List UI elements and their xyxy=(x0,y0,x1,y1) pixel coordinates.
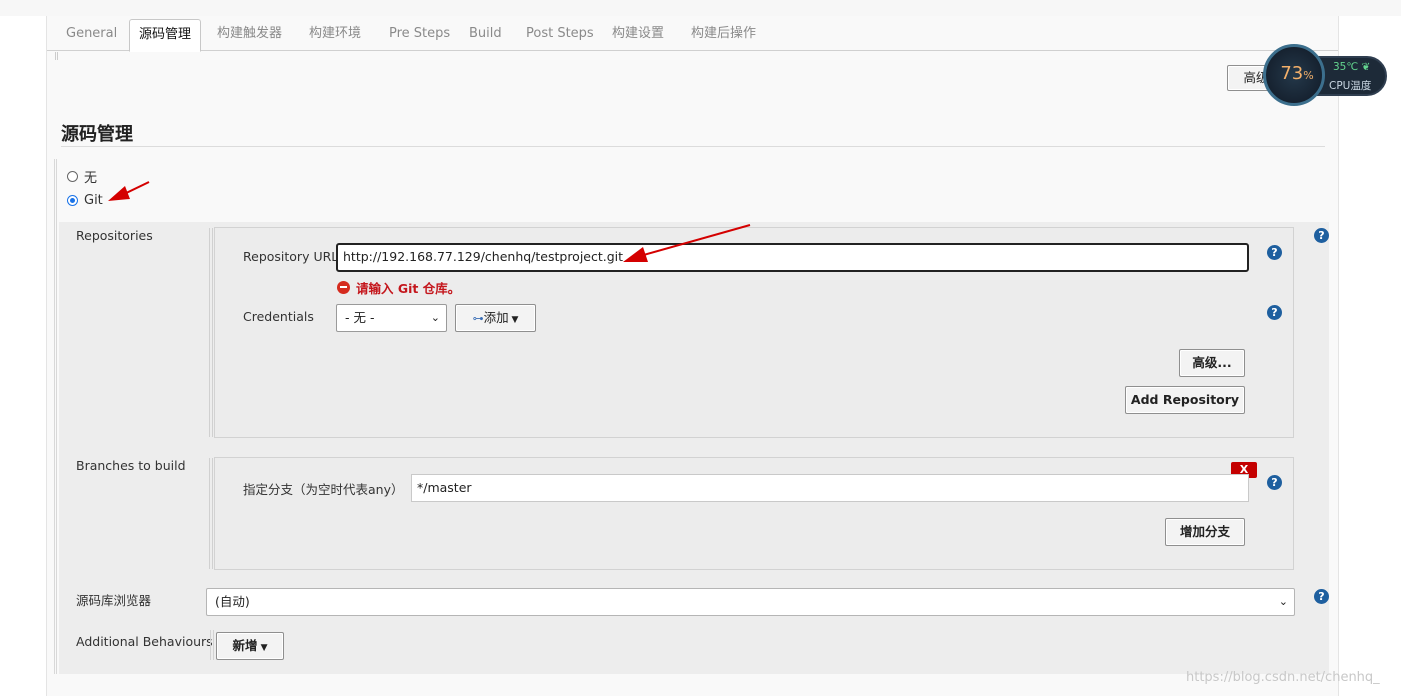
tab-pre-steps[interactable]: Pre Steps xyxy=(380,19,459,51)
branches-panel-bar xyxy=(209,458,213,569)
behaviours-bar xyxy=(210,630,214,660)
cpu-percent: 73% xyxy=(1266,63,1328,84)
cpu-monitor-widget[interactable]: 73% 35℃ ❦ CPU温度 xyxy=(1263,44,1387,106)
repository-browser-label: 源码库浏览器 xyxy=(76,593,152,608)
caret-down-icon: ▼ xyxy=(508,315,519,325)
add-branch-button[interactable]: 增加分支 xyxy=(1165,518,1245,546)
radio-none-label: 无 xyxy=(84,171,98,186)
repository-url-input[interactable]: http://192.168.77.129/chenhq/testproject… xyxy=(336,243,1249,272)
section-marker xyxy=(55,52,58,60)
cpu-temp: 35℃ ❦ xyxy=(1333,61,1370,73)
add-behaviour-button[interactable]: 新增 ▼ xyxy=(216,632,284,660)
tab-build-settings[interactable]: 构建设置 xyxy=(603,19,673,51)
error-icon xyxy=(337,281,350,294)
add-credentials-label: 添加 xyxy=(483,310,509,325)
repository-url-label: Repository URL xyxy=(243,249,339,264)
branches-label: Branches to build xyxy=(76,458,186,473)
chevron-down-icon: ⌄ xyxy=(1278,595,1288,608)
cpu-label: CPU温度 xyxy=(1329,80,1372,92)
radio-git-label: Git xyxy=(84,193,103,208)
config-panel: General 源码管理 构建触发器 构建环境 Pre Steps Build … xyxy=(46,16,1339,696)
leaf-icon: ❦ xyxy=(1361,61,1371,73)
add-behaviour-label: 新增 xyxy=(232,638,258,653)
credentials-select-value: - 无 - xyxy=(345,310,375,325)
tab-general[interactable]: General xyxy=(57,19,126,51)
add-repository-button[interactable]: Add Repository xyxy=(1125,386,1245,414)
repositories-panel-bar xyxy=(209,228,213,437)
scm-option-none[interactable]: 无 xyxy=(67,167,97,186)
repositories-help-icon[interactable]: ? xyxy=(1314,228,1329,243)
repository-browser-select[interactable]: (自动) ⌄ xyxy=(206,588,1295,616)
repository-advanced-button[interactable]: 高级... xyxy=(1179,349,1245,377)
cpu-temp-value: 35℃ xyxy=(1333,61,1359,73)
tab-post-build-actions[interactable]: 构建后操作 xyxy=(682,19,765,51)
radio-none[interactable] xyxy=(67,171,78,182)
scm-option-git[interactable]: Git xyxy=(67,193,103,208)
chevron-down-icon: ⌄ xyxy=(430,311,440,324)
tab-build-triggers[interactable]: 构建触发器 xyxy=(208,19,291,51)
radio-git[interactable] xyxy=(67,195,78,206)
tab-scm[interactable]: 源码管理 xyxy=(129,19,202,52)
top-strip xyxy=(0,0,1401,16)
section-left-bar xyxy=(54,159,57,674)
tab-build-environment[interactable]: 构建环境 xyxy=(300,19,370,51)
additional-behaviours-label: Additional Behaviours xyxy=(76,634,213,649)
cpu-percent-sign: % xyxy=(1303,69,1314,82)
section-title: 源码管理 xyxy=(61,124,133,145)
repository-url-help-icon[interactable]: ? xyxy=(1267,245,1282,260)
tab-bar: General 源码管理 构建触发器 构建环境 Pre Steps Build … xyxy=(47,16,1338,52)
key-icon: ⊶ xyxy=(472,312,484,325)
repositories-label: Repositories xyxy=(76,228,153,243)
branch-specifier-input[interactable]: */master xyxy=(411,474,1249,502)
branch-specifier-label: 指定分支（为空时代表any） xyxy=(243,482,404,497)
repository-url-error: 请输入 Git 仓库。 xyxy=(337,278,460,297)
repository-browser-value: (自动) xyxy=(215,594,250,609)
add-credentials-button[interactable]: ⊶添加 ▼ xyxy=(455,304,536,332)
tab-post-steps[interactable]: Post Steps xyxy=(517,19,603,51)
credentials-select[interactable]: - 无 - ⌄ xyxy=(336,304,447,332)
branch-specifier-help-icon[interactable]: ? xyxy=(1267,475,1282,490)
credentials-label: Credentials xyxy=(243,309,314,324)
repository-browser-help-icon[interactable]: ? xyxy=(1314,589,1329,604)
repository-url-error-text: 请输入 Git 仓库。 xyxy=(356,281,461,296)
cpu-gauge: 73% xyxy=(1263,44,1325,106)
section-divider xyxy=(61,146,1325,147)
caret-down-icon: ▼ xyxy=(257,643,268,653)
tab-build[interactable]: Build xyxy=(460,19,511,51)
cpu-percent-value: 73 xyxy=(1280,63,1304,84)
watermark: https://blog.csdn.net/chenhq_ xyxy=(1186,670,1380,685)
credentials-help-icon[interactable]: ? xyxy=(1267,305,1282,320)
